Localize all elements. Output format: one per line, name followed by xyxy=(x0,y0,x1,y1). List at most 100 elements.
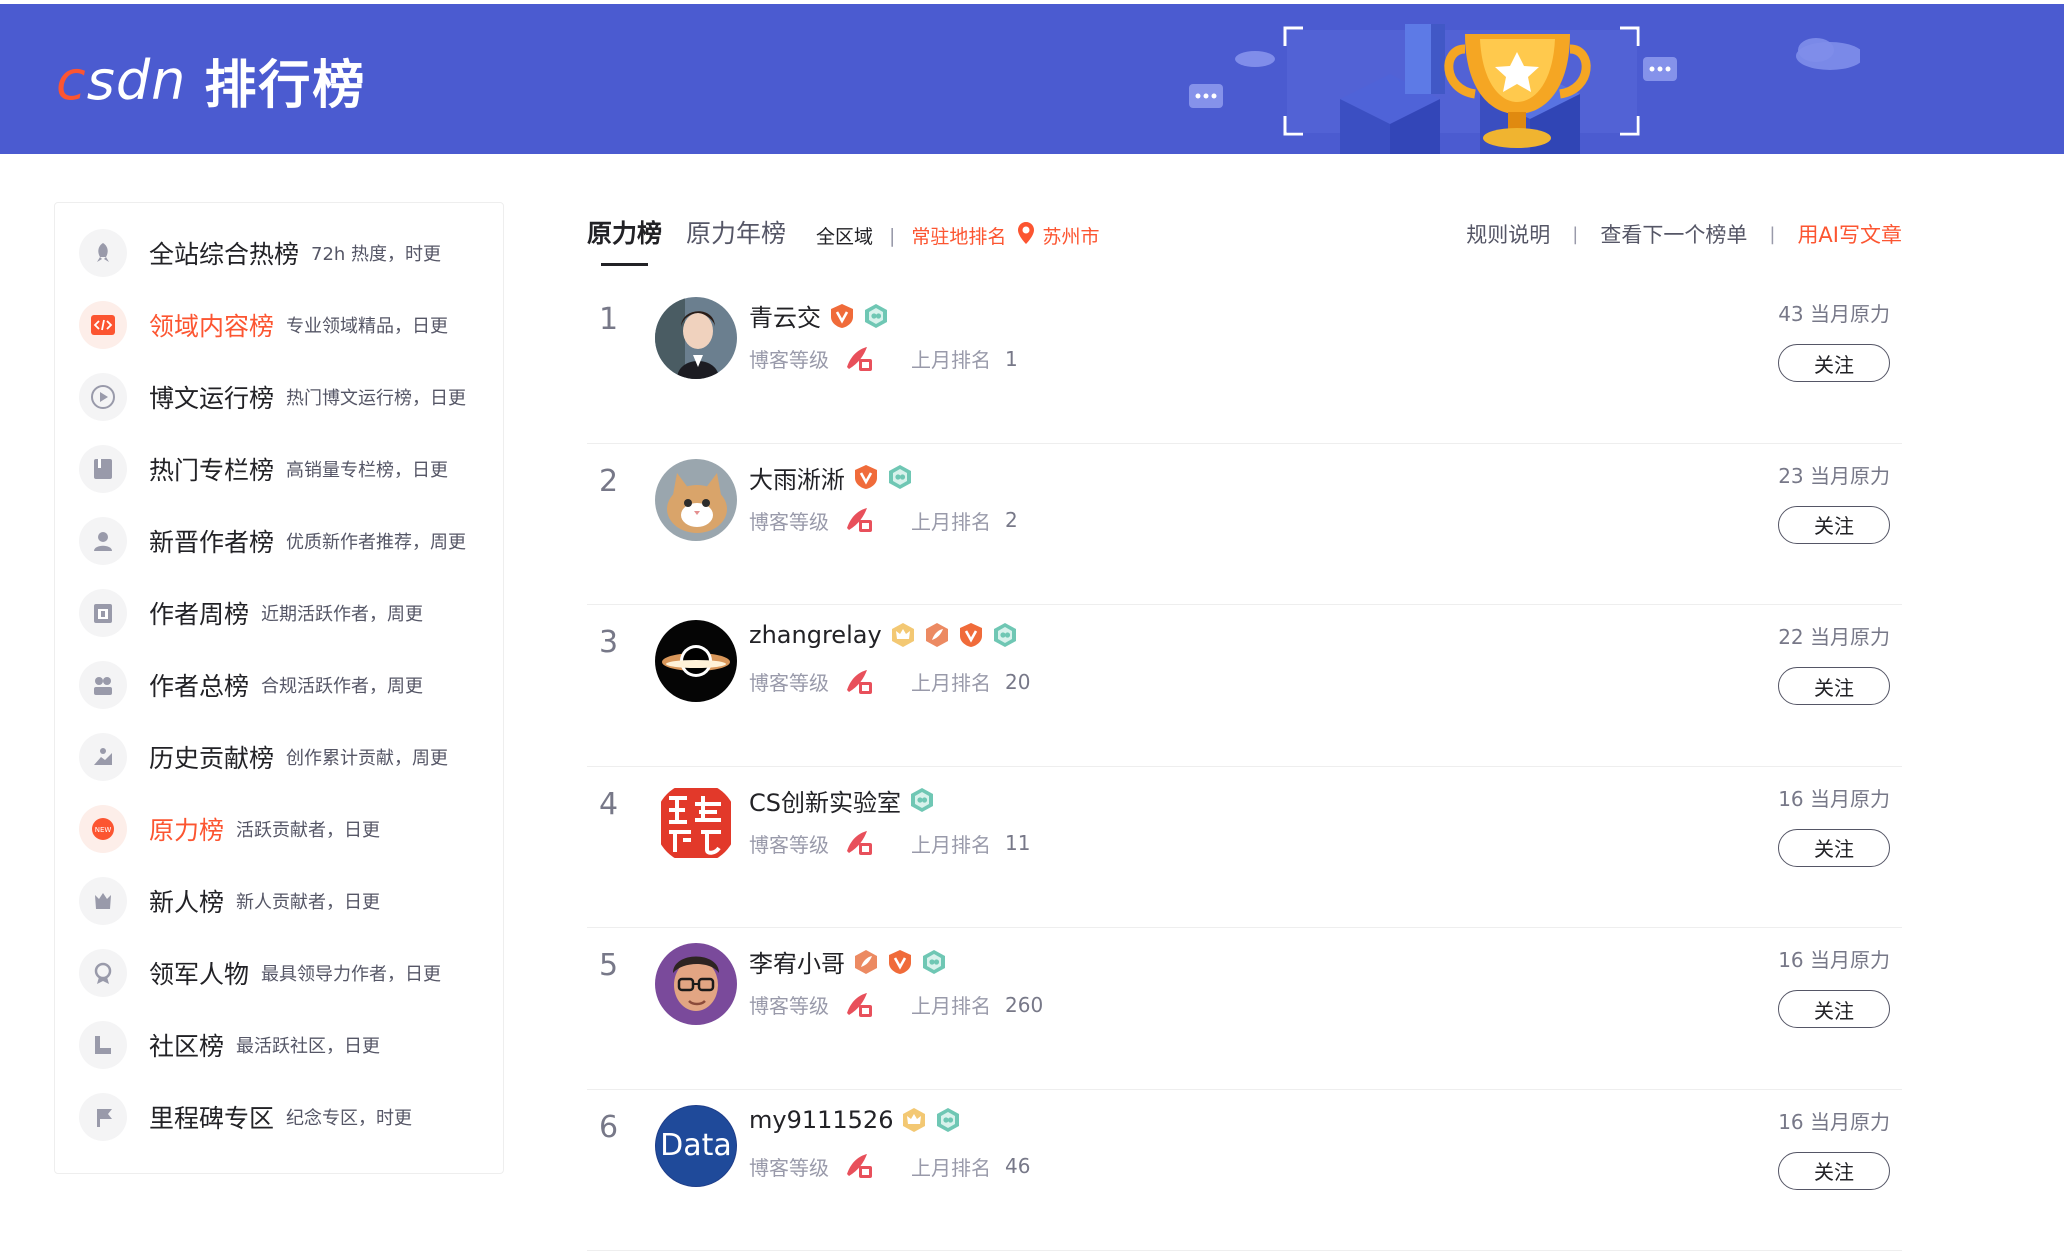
sidebar-item-label: 里程碑专区 xyxy=(149,1104,275,1133)
sidebar-item-label: 原力榜 xyxy=(149,816,225,845)
sidebar-item-all-hot[interactable]: 全站综合热榜 72h 热度，时更 xyxy=(79,227,441,279)
sidebar-item-hot-column[interactable]: 热门专栏榜 高销量专栏榜，日更 xyxy=(79,443,448,495)
avatar[interactable] xyxy=(655,781,737,864)
sidebar-item-leader[interactable]: 领军人物 最具领导力作者，日更 xyxy=(79,947,441,999)
sidebar-item-newbie[interactable]: 新人榜 新人贡献者，日更 xyxy=(79,875,380,927)
teal-badge-icon xyxy=(887,464,913,490)
username-line: my9111526 xyxy=(749,1106,969,1134)
region-city[interactable]: 苏州市 xyxy=(1042,222,1099,249)
sidebar-item-desc: 纪念专区，时更 xyxy=(286,1108,413,1129)
username[interactable]: 大雨淅淅 xyxy=(749,460,845,495)
sidebar-item-domain-content[interactable]: 领域内容榜 专业领域精品，日更 xyxy=(79,299,448,351)
rank-number: 4 xyxy=(599,786,619,822)
crown-badge-icon xyxy=(901,1107,927,1133)
sidebar-item-desc: 最具领导力作者，日更 xyxy=(261,964,442,985)
ranking-list: 1 青云交 博客等级 上月排名 1 43 当月原力 关注 2 大雨淅淅 博客等级… xyxy=(587,282,1902,1251)
prev-rank-value: 20 xyxy=(1005,669,1031,694)
sidebar-item-desc: 最活跃社区，日更 xyxy=(236,1036,381,1057)
prev-rank-value: 260 xyxy=(1005,992,1044,1017)
region-all[interactable]: 全区域 xyxy=(816,222,873,249)
ranking-row: 6 Data my9111526 博客等级 上月排名 46 16 当月原力 关注 xyxy=(587,1090,1902,1251)
username[interactable]: my9111526 xyxy=(749,1106,893,1134)
meta-line: 博客等级 上月排名 2 xyxy=(749,506,1018,535)
ranking-row: 5 李宥小哥 博客等级 上月排名 260 16 当月原力 关注 xyxy=(587,928,1902,1090)
blog-level-label: 博客等级 xyxy=(749,832,829,857)
username[interactable]: zhangrelay xyxy=(749,621,882,649)
flag-icon xyxy=(79,1021,127,1069)
v-badge-icon xyxy=(829,303,855,329)
feather-badge-icon xyxy=(853,949,879,975)
follow-button[interactable]: 关注 xyxy=(1778,1151,1890,1190)
next-list-link[interactable]: 查看下一个榜单 xyxy=(1600,219,1747,249)
rocket-icon xyxy=(79,229,127,277)
teal-badge-icon xyxy=(909,787,935,813)
meta-line: 博客等级 上月排名 20 xyxy=(749,667,1030,696)
hand-icon xyxy=(79,733,127,781)
username[interactable]: CS创新实验室 xyxy=(749,783,901,818)
follow-button[interactable]: 关注 xyxy=(1778,828,1890,867)
sidebar-item-power[interactable]: NEW 原力榜 活跃贡献者，日更 xyxy=(79,803,380,855)
teal-badge-icon xyxy=(921,949,947,975)
sidebar-item-desc: 热门博文运行榜，日更 xyxy=(286,388,467,409)
prev-rank-value: 2 xyxy=(1005,508,1018,532)
sidebar-item-history-contribution[interactable]: 历史贡献榜 创作累计贡献，周更 xyxy=(79,731,448,783)
trophy-illustration xyxy=(1189,24,1860,154)
sidebar-item-desc: 新人贡献者，日更 xyxy=(236,892,381,913)
avatar[interactable] xyxy=(655,943,737,1025)
newbie-icon xyxy=(79,877,127,925)
sidebar-item-blog-run[interactable]: 博文运行榜 热门博文运行榜，日更 xyxy=(79,371,466,423)
monthly-power: 23 当月原力 xyxy=(1778,463,1890,488)
follow-button[interactable]: 关注 xyxy=(1778,990,1890,1028)
blog-level-icon xyxy=(845,668,875,696)
avatar[interactable] xyxy=(655,297,737,379)
region-resident[interactable]: 常驻地排名 xyxy=(911,222,1006,249)
avatar[interactable] xyxy=(655,620,737,702)
rank-number: 2 xyxy=(599,463,619,499)
prev-rank-value: 11 xyxy=(1005,831,1031,855)
avatar[interactable] xyxy=(655,458,737,541)
sidebar-item-label: 作者总榜 xyxy=(149,672,250,701)
sidebar-item-desc: 专业领域精品，日更 xyxy=(286,316,449,337)
follow-button[interactable]: 关注 xyxy=(1778,505,1890,544)
sidebar-item-label: 全站综合热榜 xyxy=(149,240,300,269)
follow-button[interactable]: 关注 xyxy=(1778,667,1890,705)
prev-rank-value: 1 xyxy=(1005,346,1018,371)
sidebar-item-author-weekly[interactable]: 作者周榜 近期活跃作者，周更 xyxy=(79,587,423,639)
group-icon xyxy=(79,661,127,709)
blog-level-label: 博客等级 xyxy=(749,1155,829,1180)
book-icon xyxy=(79,445,127,493)
region-filter: 全区域 | 常驻地排名 苏州市 xyxy=(816,221,1099,250)
header-banner: csdn 排行榜 xyxy=(0,4,2064,154)
blog-level-label: 博客等级 xyxy=(749,348,829,372)
sidebar-item-label: 热门专栏榜 xyxy=(149,456,275,485)
divider: | xyxy=(1572,223,1579,245)
tab-power-year[interactable]: 原力年榜 xyxy=(686,214,786,266)
prev-rank-label: 上月排名 xyxy=(911,509,991,534)
sidebar-item-label: 社区榜 xyxy=(149,1032,225,1061)
site-logo[interactable]: csdn 排行榜 xyxy=(56,48,366,116)
avatar-text: Data xyxy=(660,1128,732,1163)
top-links: 规则说明 | 查看下一个榜单 | 用AI写文章 xyxy=(1466,219,1902,249)
rank-number: 3 xyxy=(599,625,619,660)
sidebar-item-new-author[interactable]: 新晋作者榜 优质新作者推荐，周更 xyxy=(79,515,466,567)
rules-link[interactable]: 规则说明 xyxy=(1466,219,1550,249)
sidebar-item-milestone[interactable]: 里程碑专区 纪念专区，时更 xyxy=(79,1091,412,1143)
username[interactable]: 青云交 xyxy=(749,298,821,333)
sidebar-item-author-total[interactable]: 作者总榜 合规活跃作者，周更 xyxy=(79,659,423,711)
follow-button[interactable]: 关注 xyxy=(1778,344,1890,382)
blog-level-icon xyxy=(845,345,875,373)
blog-level-label: 博客等级 xyxy=(749,671,829,695)
username[interactable]: 李宥小哥 xyxy=(749,944,845,979)
blog-level-icon xyxy=(845,991,875,1019)
sidebar-item-community[interactable]: 社区榜 最活跃社区，日更 xyxy=(79,1019,380,1071)
blog-level-label: 博客等级 xyxy=(749,994,829,1018)
monthly-power: 43 当月原力 xyxy=(1778,302,1890,326)
teal-badge-icon xyxy=(935,1107,961,1133)
ai-write-link[interactable]: 用AI写文章 xyxy=(1797,219,1902,249)
monthly-power: 22 当月原力 xyxy=(1778,625,1890,649)
blog-level-label: 博客等级 xyxy=(749,509,829,534)
user-icon xyxy=(79,517,127,565)
avatar[interactable]: Data xyxy=(655,1104,737,1187)
prev-rank-label: 上月排名 xyxy=(911,1155,991,1180)
tab-power[interactable]: 原力榜 xyxy=(587,214,662,266)
